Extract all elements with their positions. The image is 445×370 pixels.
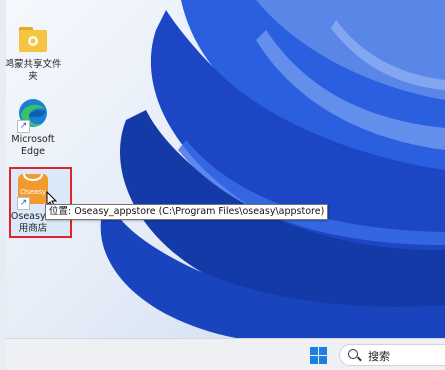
location-tooltip: 位置: Oseasy_appstore (C:\Program Files\os… bbox=[45, 204, 329, 220]
shortcut-arrow-icon: ↗ bbox=[17, 120, 30, 133]
desktop-icon-edge[interactable]: ↗ Microsoft Edge bbox=[6, 95, 63, 158]
oseasy-badge-text: Oseasy bbox=[20, 187, 46, 196]
taskbar: 搜索 bbox=[6, 338, 445, 370]
taskbar-search-box[interactable]: 搜索 bbox=[339, 344, 445, 366]
desktop-icon-label: Microsoft Edge bbox=[11, 134, 55, 157]
desktop-icon-label: 鸿蒙共享文件夹 bbox=[6, 59, 62, 82]
edge-icon: ↗ bbox=[15, 95, 51, 133]
shortcut-arrow-icon: ↗ bbox=[17, 197, 30, 210]
windows-start-icon[interactable] bbox=[310, 347, 327, 364]
desktop[interactable]: 鸿蒙共享文件夹 ↗ Microsoft Edge Oseasy ↗ Oseasy… bbox=[6, 0, 445, 338]
desktop-icon-shared-folder[interactable]: 鸿蒙共享文件夹 bbox=[6, 20, 63, 83]
folder-icon bbox=[15, 20, 51, 56]
search-placeholder: 搜索 bbox=[368, 350, 390, 363]
search-icon bbox=[348, 349, 358, 359]
screen: 鸿蒙共享文件夹 ↗ Microsoft Edge Oseasy ↗ Oseasy… bbox=[0, 0, 445, 370]
